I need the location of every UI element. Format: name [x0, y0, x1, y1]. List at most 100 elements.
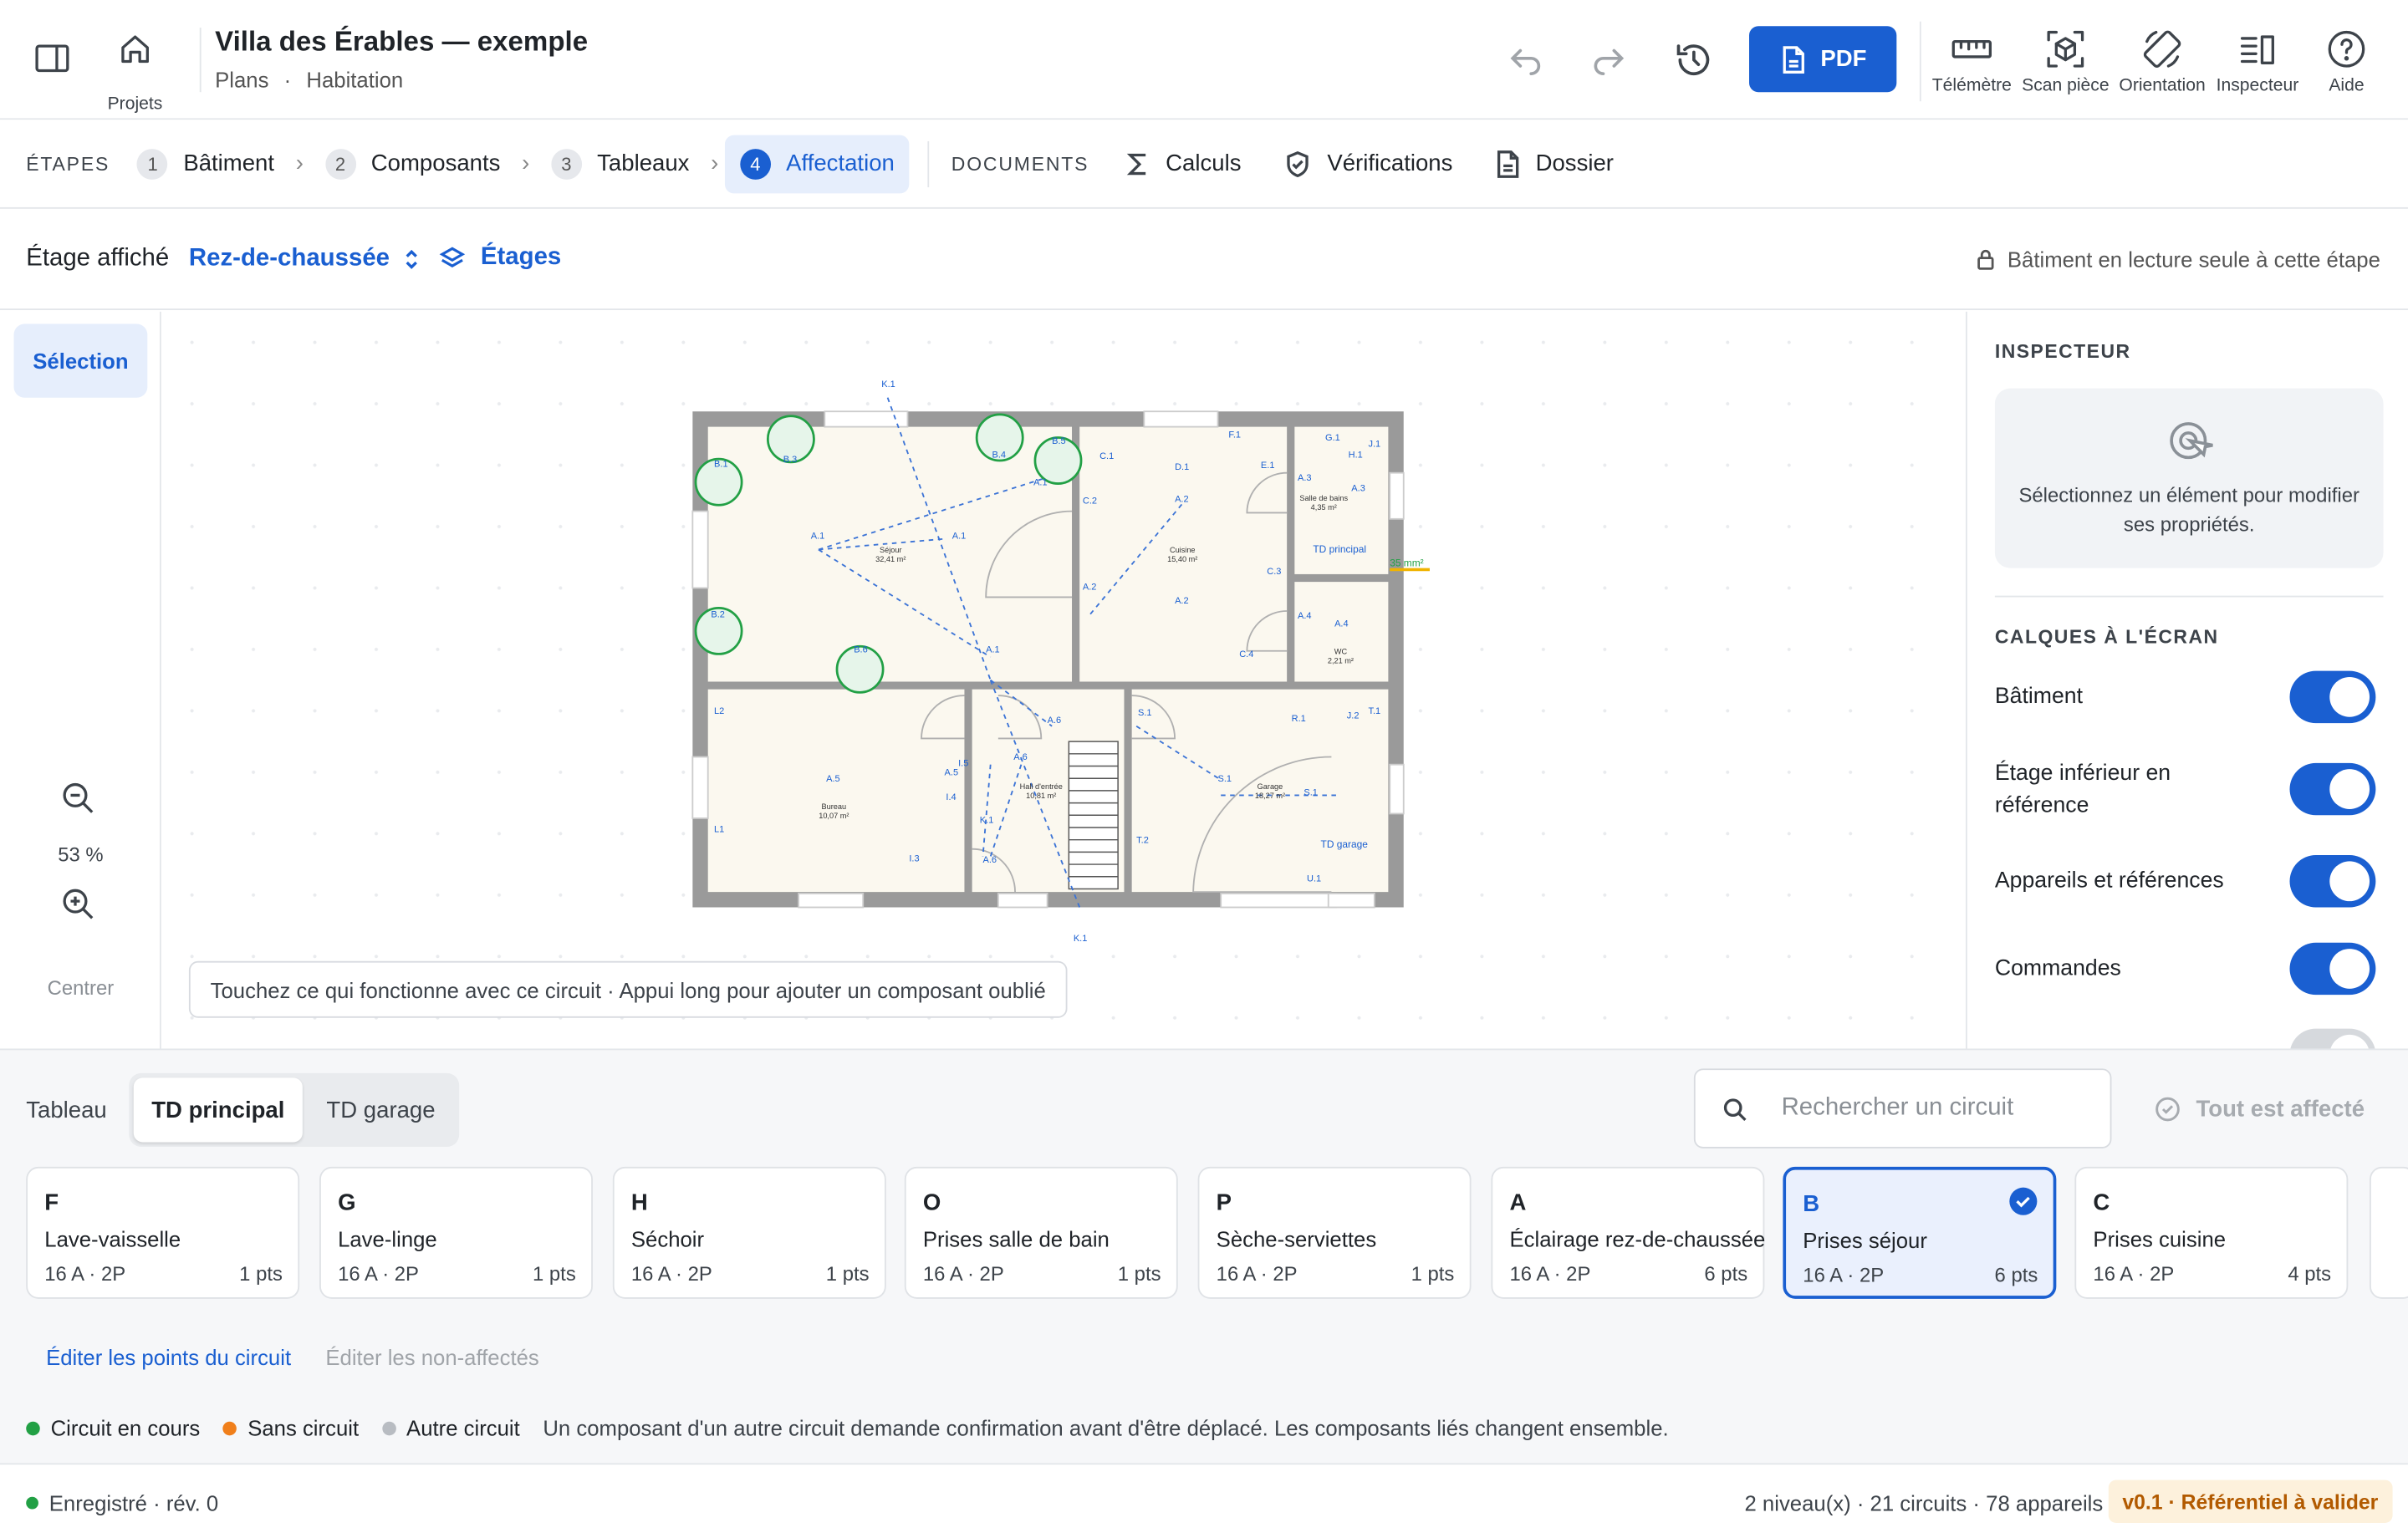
panel-label[interactable]: TD principal — [1313, 543, 1366, 555]
layer-toggle-hidden[interactable] — [2289, 1028, 2376, 1049]
tab-td-principal[interactable]: TD principal — [133, 1077, 303, 1143]
search-input[interactable]: Rechercher un circuit — [1693, 1068, 2112, 1148]
circuit-card[interactable]: P Sèche-serviettes 16 A · 2P 1 pts — [1197, 1166, 1472, 1299]
device-tag[interactable]: B.5 — [1052, 436, 1066, 446]
floor-select[interactable]: Rez-de-chaussée — [189, 246, 421, 273]
edit-points-link[interactable]: Éditer les points du circuit — [46, 1345, 291, 1369]
layer-toggle-appareils[interactable] — [2289, 855, 2376, 908]
circuit-card-overflow[interactable] — [2370, 1166, 2408, 1299]
device-tag[interactable]: A.1 — [986, 645, 1000, 655]
breadcrumb-plans[interactable]: Plans — [215, 68, 268, 92]
device-tag[interactable]: K.1 — [881, 379, 895, 390]
circuit-card[interactable]: O Prises salle de bain 16 A · 2P 1 pts — [904, 1166, 1178, 1299]
rangefinder-button[interactable]: Télémètre — [1931, 28, 2013, 95]
device-tag[interactable]: L1 — [714, 824, 724, 834]
device-tag[interactable]: J.2 — [1347, 711, 1360, 721]
device-tag[interactable]: I.5 — [958, 759, 968, 769]
floor-plan[interactable]: Séjour32,41 m² Cuisine15,40 m² Salle de ba… — [161, 312, 1966, 1049]
device-tag[interactable]: A.4 — [1334, 619, 1349, 629]
device-tag[interactable]: I.4 — [946, 792, 956, 802]
projects-button[interactable]: Projets — [108, 31, 162, 114]
circuit-card[interactable]: A Éclairage rez-de-chaussée 16 A · 2P 6 pts — [1491, 1166, 1765, 1299]
device-tag[interactable]: S.1 — [1218, 774, 1232, 784]
device-tag[interactable]: S.1 — [1303, 787, 1318, 797]
device-tag[interactable]: G.1 — [1325, 433, 1340, 443]
device-tag[interactable]: A.5 — [826, 774, 840, 784]
edit-unassigned-link[interactable]: Éditer les non-affectés — [325, 1345, 538, 1369]
device-tag[interactable]: D.1 — [1175, 462, 1189, 472]
device-tag[interactable]: A.2 — [1175, 495, 1189, 505]
help-button[interactable]: Aide — [2316, 28, 2377, 95]
layer-toggle-commandes[interactable] — [2289, 942, 2376, 996]
undo-icon[interactable] — [1505, 43, 1545, 84]
device-tag[interactable]: A.1 — [952, 532, 967, 542]
device-tag[interactable]: F.1 — [1228, 430, 1241, 440]
circuit-card[interactable]: H Séchoir 16 A · 2P 1 pts — [612, 1166, 886, 1299]
device-tag[interactable]: A.5 — [945, 768, 959, 778]
device-tag[interactable]: K.1 — [980, 815, 994, 825]
breadcrumb-habitation[interactable]: Habitation — [306, 68, 403, 92]
device-tag[interactable]: I.3 — [909, 853, 919, 863]
doc-dossier[interactable]: Dossier — [1496, 150, 1614, 177]
all-assigned-button[interactable]: Tout est affecté — [2155, 1096, 2365, 1123]
pdf-button[interactable]: PDF — [1749, 26, 1897, 93]
orientation-button[interactable]: Orientation — [2115, 28, 2210, 95]
device-tag[interactable]: A.4 — [1298, 611, 1312, 621]
device-tag[interactable]: B.4 — [992, 450, 1007, 460]
device-tag[interactable]: A.1 — [1033, 477, 1048, 487]
floors-link[interactable]: Étages — [439, 244, 561, 272]
device-tag[interactable]: J.1 — [1368, 439, 1380, 449]
device-tag[interactable]: A.6 — [982, 855, 997, 865]
device-tag[interactable]: A.6 — [1048, 716, 1062, 726]
device-tag[interactable]: U.1 — [1307, 873, 1321, 884]
circuit-card[interactable]: F Lave-vaisselle 16 A · 2P 1 pts — [26, 1166, 300, 1299]
inspector-button[interactable]: Inspecteur — [2212, 28, 2303, 95]
device-tag[interactable]: A.6 — [1013, 752, 1028, 762]
device-tag[interactable]: B.3 — [783, 455, 798, 465]
history-icon[interactable] — [1674, 40, 1714, 88]
device-tag[interactable]: B.2 — [711, 609, 725, 619]
device-tag[interactable]: E.1 — [1261, 461, 1275, 471]
device-tag[interactable]: A.2 — [1083, 582, 1097, 592]
doc-verifications[interactable]: Vérifications — [1284, 150, 1452, 177]
sidebar-toggle-icon[interactable] — [33, 42, 70, 84]
room-scan-button[interactable]: Scan pièce — [2018, 28, 2113, 95]
step-tableaux[interactable]: 3 Tableaux — [536, 135, 705, 193]
device-tag[interactable]: B.6 — [854, 645, 868, 655]
step-batiment[interactable]: 1 Bâtiment — [122, 135, 290, 193]
device-tag[interactable]: C.4 — [1239, 649, 1253, 660]
zoom-out-icon[interactable] — [61, 782, 94, 823]
circuit-card[interactable]: B Prises séjour 16 A · 2P 6 pts — [1783, 1166, 2057, 1299]
device-tag[interactable]: A.1 — [811, 532, 825, 542]
device-tag[interactable]: A.3 — [1351, 484, 1365, 494]
device-tag[interactable]: A.2 — [1175, 596, 1189, 606]
doc-calculs[interactable]: Calculs — [1125, 150, 1241, 176]
zoom-in-icon[interactable] — [61, 888, 94, 929]
tab-td-garage[interactable]: TD garage — [307, 1077, 454, 1142]
panel-label[interactable]: TD garage — [1321, 838, 1369, 850]
room-wc[interactable] — [1294, 582, 1389, 682]
step-composants[interactable]: 2 Composants — [309, 135, 516, 193]
plan-canvas[interactable]: Séjour 32,41 m² Cuisine 15,40 m² Salle de ba… — [161, 311, 1966, 1049]
layer-toggle-batiment[interactable] — [2289, 670, 2376, 724]
step-affectation[interactable]: 4 Affectation — [724, 134, 911, 193]
device-tag[interactable]: A.3 — [1298, 473, 1312, 483]
device-tag[interactable]: L2 — [714, 706, 724, 716]
device-tag[interactable]: H.1 — [1349, 450, 1363, 460]
device-tag[interactable]: T.1 — [1368, 706, 1380, 716]
device-tag[interactable]: C.3 — [1267, 567, 1281, 577]
layer-toggle-lower-floor[interactable] — [2289, 762, 2376, 816]
redo-icon[interactable] — [1589, 43, 1630, 84]
circuit-card[interactable]: G Lave-linge 16 A · 2P 1 pts — [319, 1166, 593, 1299]
device-tag[interactable]: C.1 — [1099, 451, 1114, 461]
center-button[interactable]: Centrer — [0, 976, 161, 1000]
selection-tool[interactable]: Sélection — [13, 323, 148, 398]
circuit-card[interactable]: C Prises cuisine 16 A · 2P 4 pts — [2074, 1166, 2349, 1299]
device-tag[interactable]: B.1 — [714, 459, 728, 469]
device-tag[interactable]: S.1 — [1138, 708, 1152, 718]
device-tag[interactable]: K.1 — [1074, 934, 1088, 944]
device-tag[interactable]: R.1 — [1292, 714, 1306, 724]
device-tag[interactable]: T.2 — [1136, 835, 1149, 845]
device-tag[interactable]: C.2 — [1083, 496, 1097, 506]
project-summary: 2 niveau(x) · 21 circuits · 78 appareils — [1744, 1490, 2104, 1515]
